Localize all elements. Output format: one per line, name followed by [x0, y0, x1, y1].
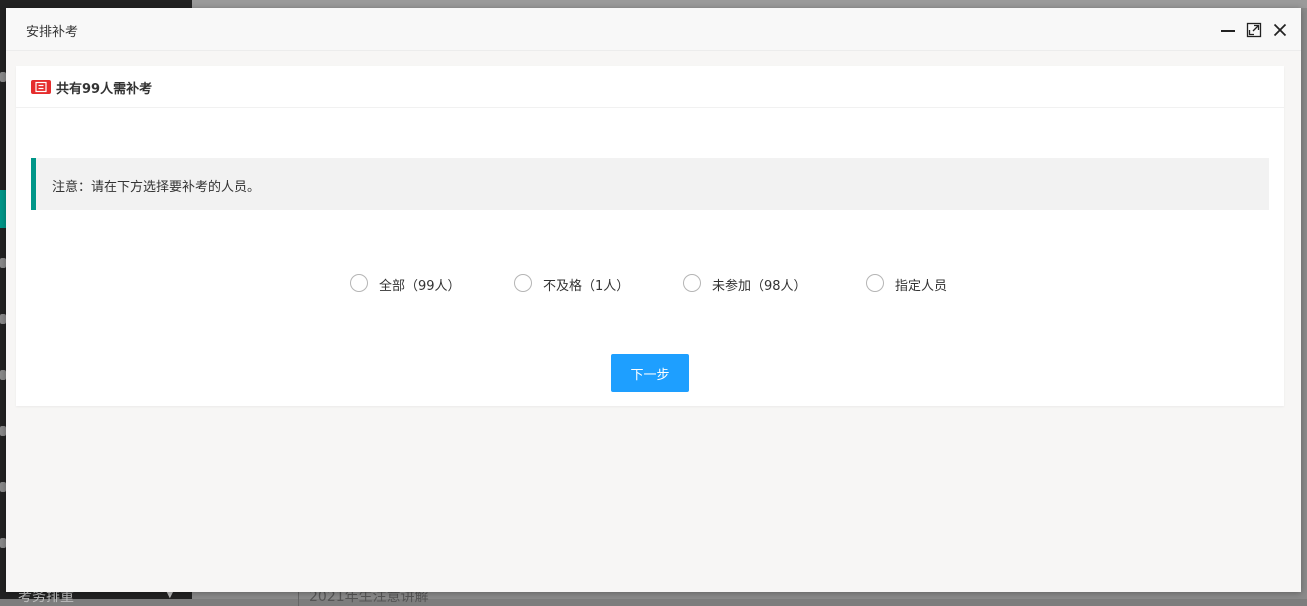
radio-circle-icon[interactable]: [683, 274, 701, 292]
radio-label: 未参加（98人）: [712, 279, 807, 294]
maximize-icon[interactable]: [1246, 22, 1262, 38]
notice-box: 注意：请在下方选择要补考的人员。: [31, 158, 1269, 210]
minimize-icon[interactable]: [1220, 22, 1236, 38]
radio-label: 指定人员: [895, 279, 948, 294]
dialog-header: 安排补考: [6, 8, 1301, 51]
makeup-card: 共有99人需补考 注意：请在下方选择要补考的人员。 全部（99人） 不及格（1人…: [16, 66, 1284, 406]
dialog-title: 安排补考: [26, 25, 79, 40]
makeup-exam-dialog: 安排补考 共有99人需补考 注意：请在下方选择要补考的人员。 全部（99人） 不…: [6, 8, 1301, 592]
close-icon[interactable]: [1272, 22, 1288, 38]
notice-text: 注意：请在下方选择要补考的人员。: [52, 180, 261, 195]
radio-circle-icon[interactable]: [350, 274, 368, 292]
radio-circle-icon[interactable]: [514, 274, 532, 292]
radio-label: 全部（99人）: [379, 279, 461, 294]
radio-circle-icon[interactable]: [866, 274, 884, 292]
next-step-button[interactable]: 下一步: [611, 354, 689, 392]
card-header: 共有99人需补考: [16, 66, 1284, 108]
exam-badge-icon: [31, 80, 51, 94]
card-title: 共有99人需补考: [56, 82, 153, 97]
option-radio-group: 全部（99人） 不及格（1人） 未参加（98人） 指定人员: [16, 272, 1284, 296]
background-topbar: [192, 0, 1307, 8]
radio-label: 不及格（1人）: [543, 279, 630, 294]
